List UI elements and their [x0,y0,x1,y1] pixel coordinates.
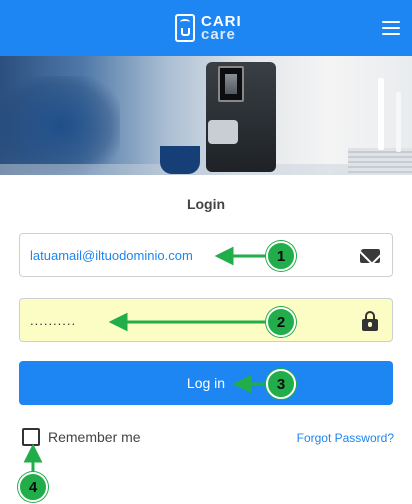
hero-image [0,56,412,175]
coffee-machine-wifi-icon [175,14,195,42]
remember-me-checkbox[interactable] [22,428,40,446]
brand-logo[interactable]: CARI care [175,12,242,44]
remember-me[interactable]: Remember me [22,428,141,446]
login-title: Login [186,196,226,212]
top-navbar: CARI care [0,0,412,56]
login-button[interactable]: Log in [19,361,393,405]
annotation-marker-2: 2 [266,307,296,337]
forgot-password-link[interactable]: Forgot Password? [297,431,394,445]
envelope-icon [360,249,380,263]
password-input[interactable] [30,312,382,328]
hamburger-menu-icon[interactable] [382,21,400,35]
email-field[interactable] [19,233,393,277]
email-input[interactable] [30,247,382,263]
arrow-head-4 [23,443,43,463]
lock-icon [362,311,378,331]
annotation-marker-4: 4 [18,472,48,502]
brand-name-bottom: care [201,26,236,43]
annotation-marker-3: 3 [266,369,296,399]
password-field[interactable] [19,298,393,342]
annotation-marker-1: 1 [266,241,296,271]
remember-me-label: Remember me [48,429,141,445]
